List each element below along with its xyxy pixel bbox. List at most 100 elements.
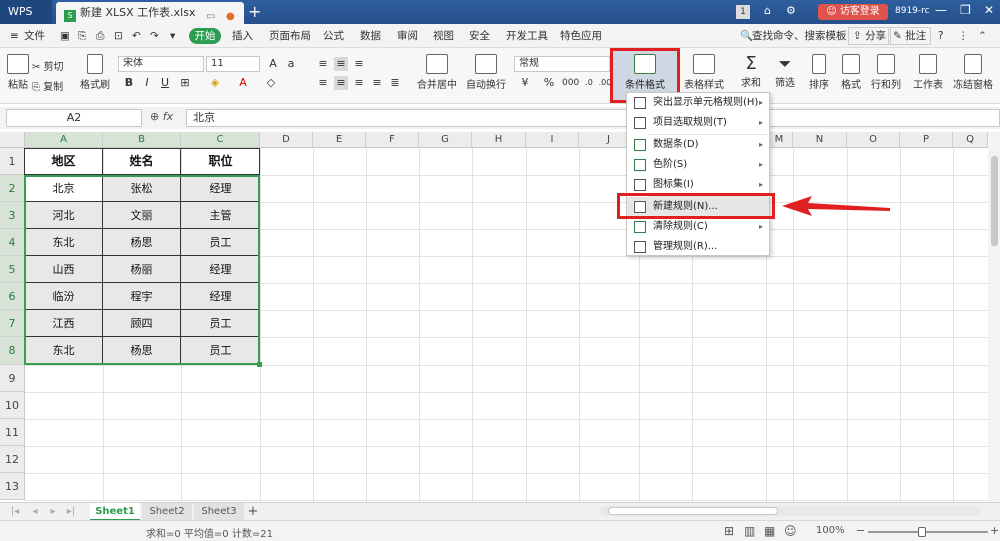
sheet-tab-2[interactable]: Sheet2 (142, 503, 192, 521)
column-header-c[interactable]: C (181, 132, 260, 148)
table-header-cell[interactable]: 地区 (25, 148, 103, 175)
worksheet-button[interactable]: 工作表 (908, 54, 948, 91)
tab-home[interactable]: 开始 (189, 28, 221, 44)
spreadsheet-grid[interactable]: A B C D E F G H I J K L M N O P Q 1 2 3 … (0, 132, 1000, 502)
share-button[interactable]: ⇪ 分享 (848, 27, 892, 45)
column-header-h[interactable]: H (472, 132, 526, 148)
row-header-6[interactable]: 6 (0, 283, 25, 310)
menu-item-color-scales[interactable]: 色阶(S) ▸ (627, 155, 769, 175)
table-cell[interactable]: 山西 (25, 256, 103, 283)
visitor-login-button[interactable]: ☺ 访客登录 (818, 4, 888, 20)
currency-icon[interactable]: ¥ (518, 76, 532, 90)
column-header-o[interactable]: O (847, 132, 900, 148)
row-header-1[interactable]: 1 (0, 148, 25, 175)
row-header-9[interactable]: 9 (0, 365, 25, 392)
align-top-icon[interactable]: ≡ (316, 57, 330, 71)
save-icon[interactable]: ▣ (60, 24, 70, 48)
align-middle-icon[interactable]: ≡ (334, 57, 348, 71)
menu-item-highlight-rules[interactable]: 突出显示单元格规则(H) ▸ (627, 93, 769, 113)
align-right-icon[interactable]: ≡ (352, 76, 366, 90)
table-header-cell[interactable]: 姓名 (103, 148, 181, 175)
column-header-g[interactable]: G (419, 132, 472, 148)
grow-font-icon[interactable]: A (266, 57, 280, 71)
reading-mode-icon[interactable]: ☺ (784, 524, 797, 538)
table-cell[interactable]: 北京 (25, 175, 103, 202)
column-header-i[interactable]: I (526, 132, 579, 148)
tab-insert[interactable]: 插入 (232, 24, 253, 48)
underline-icon[interactable]: U (158, 76, 172, 90)
tab-formula[interactable]: 公式 (323, 24, 344, 48)
annotate-button[interactable]: ✎ 批注 (888, 27, 932, 45)
row-header-3[interactable]: 3 (0, 202, 25, 229)
print-icon[interactable]: ⎙ (96, 24, 104, 48)
table-cell[interactable]: 张松 (103, 175, 181, 202)
row-header-11[interactable]: 11 (0, 419, 25, 446)
table-cell[interactable]: 杨丽 (103, 256, 181, 283)
maximize-icon[interactable]: ❐ (960, 3, 971, 17)
help-icon[interactable]: ? (938, 24, 944, 48)
align-left-icon[interactable]: ≡ (316, 76, 330, 90)
table-cell[interactable]: 主管 (181, 202, 260, 229)
row-col-button[interactable]: 行和列 (868, 54, 904, 91)
font-color-icon[interactable]: A (236, 76, 250, 90)
table-cell[interactable]: 员工 (181, 337, 260, 365)
column-header-f[interactable]: F (366, 132, 419, 148)
formula-input[interactable]: 北京 (186, 109, 1000, 127)
table-style-button[interactable]: 表格样式 (682, 54, 726, 91)
zoom-slider-thumb[interactable] (918, 527, 926, 537)
export-icon[interactable]: ⎘ (78, 24, 86, 48)
thousands-icon[interactable]: 000 (562, 76, 579, 90)
distributed-icon[interactable]: ≣ (388, 76, 402, 90)
fill-handle[interactable] (257, 362, 262, 367)
page-break-icon[interactable]: ▦ (764, 524, 775, 538)
window-count-badge[interactable]: 1 (736, 5, 750, 19)
tab-security[interactable]: 安全 (469, 24, 490, 48)
table-cell[interactable]: 江西 (25, 310, 103, 337)
tab-developer[interactable]: 开发工具 (506, 24, 548, 48)
wps-logo[interactable]: WPS (0, 0, 52, 24)
new-tab-button[interactable]: + (248, 2, 261, 22)
menu-file[interactable]: 文件 (24, 24, 45, 48)
zoom-slider[interactable] (868, 531, 988, 533)
vertical-scroll-thumb[interactable] (991, 156, 998, 246)
row-header-13[interactable]: 13 (0, 473, 25, 500)
copy-button[interactable]: ⎘ 复制 (32, 78, 63, 93)
merge-center-button[interactable]: 合并居中 (414, 54, 460, 91)
menu-item-icon-sets[interactable]: 图标集(I) ▸ (627, 175, 769, 195)
column-header-a[interactable]: A (25, 132, 103, 148)
font-size-select[interactable]: 11 (206, 56, 260, 72)
table-header-cell[interactable]: 职位 (181, 148, 260, 175)
vertical-scrollbar[interactable] (988, 132, 1000, 502)
more-icon[interactable]: ▾ (170, 24, 175, 48)
wrap-text-button[interactable]: 自动换行 (466, 54, 506, 91)
collapse-ribbon-icon[interactable]: ⌃ (978, 24, 987, 48)
tab-page-layout[interactable]: 页面布局 (269, 24, 311, 48)
sort-button[interactable]: 排序 (804, 54, 834, 91)
paste-button[interactable]: 粘贴 (6, 54, 30, 91)
zoom-level[interactable]: 100% (816, 525, 845, 536)
column-header-p[interactable]: P (900, 132, 953, 148)
table-cell[interactable]: 东北 (25, 337, 103, 365)
table-cell[interactable]: 杨思 (103, 337, 181, 365)
row-header-7[interactable]: 7 (0, 310, 25, 337)
skin-icon[interactable]: ⌂ (764, 4, 771, 17)
sheet-tab-3[interactable]: Sheet3 (194, 503, 244, 521)
format-painter-button[interactable]: 格式刷 (80, 54, 110, 91)
row-header-10[interactable]: 10 (0, 392, 25, 419)
increase-decimal-icon[interactable]: .0 (582, 76, 596, 90)
fill-color-icon[interactable]: ◈ (208, 76, 222, 90)
table-cell[interactable]: 员工 (181, 310, 260, 337)
redo-icon[interactable]: ↷ (150, 24, 159, 48)
sum-button[interactable]: Σ 求和 (736, 54, 766, 90)
column-header-b[interactable]: B (103, 132, 181, 148)
formula-fx[interactable]: ⊕ fx (150, 110, 173, 123)
table-cell[interactable]: 临汾 (25, 283, 103, 310)
format-button[interactable]: 格式 (836, 54, 866, 91)
justify-icon[interactable]: ≡ (370, 76, 384, 90)
normal-view-icon[interactable]: ⊞ (724, 524, 734, 538)
table-cell[interactable]: 员工 (181, 229, 260, 256)
undo-icon[interactable]: ↶ (132, 24, 141, 48)
table-cell[interactable]: 经理 (181, 283, 260, 310)
menu-item-manage-rules[interactable]: 管理规则(R)... (627, 237, 769, 257)
page-view-icon[interactable]: ▥ (744, 524, 755, 538)
